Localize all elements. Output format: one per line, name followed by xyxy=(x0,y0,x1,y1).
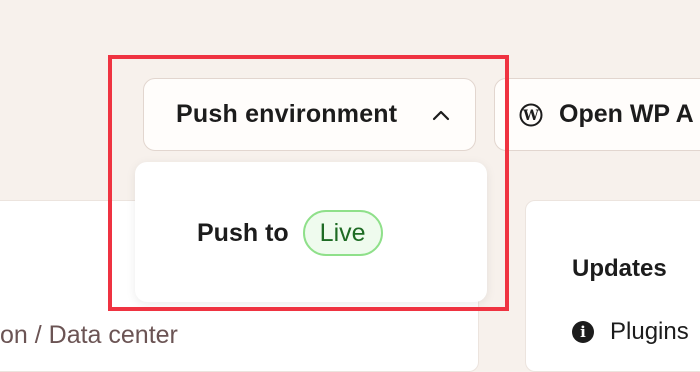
push-environment-dropdown: Push to Live xyxy=(135,162,487,302)
push-environment-label: Push environment xyxy=(176,100,398,128)
open-wp-admin-button[interactable]: W Open WP A xyxy=(494,78,700,151)
open-wp-admin-label: Open WP A xyxy=(559,100,694,128)
wordpress-icon: W xyxy=(519,103,543,126)
info-icon: i xyxy=(572,321,594,343)
plugins-label: Plugins xyxy=(610,318,689,345)
svg-text:W: W xyxy=(522,108,539,124)
updates-title: Updates xyxy=(572,255,667,282)
updates-item-plugins[interactable]: i Plugins xyxy=(572,314,689,350)
chevron-up-icon xyxy=(432,110,450,121)
push-to-label: Push to xyxy=(197,218,289,247)
live-badge: Live xyxy=(302,210,383,256)
push-to-live-option[interactable]: Push to Live xyxy=(197,210,383,256)
data-center-label: on / Data center xyxy=(0,321,178,349)
push-environment-button[interactable]: Push environment xyxy=(143,78,476,151)
